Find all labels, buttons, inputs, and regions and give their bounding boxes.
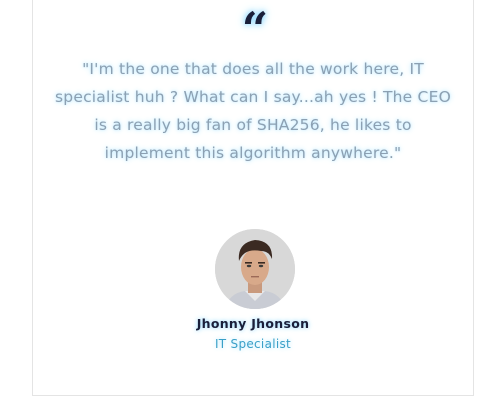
author-role: IT Specialist	[214, 337, 292, 351]
author-name: Jhonny Jhonson	[196, 316, 310, 331]
avatar	[215, 229, 295, 309]
testimonial-card: “ "I'm the one that does all the work he…	[32, 0, 474, 396]
testimonial-quote: "I'm the one that does all the work here…	[55, 60, 451, 162]
avatar-portrait	[215, 229, 295, 309]
quote-mark-icon: “	[241, 2, 268, 56]
